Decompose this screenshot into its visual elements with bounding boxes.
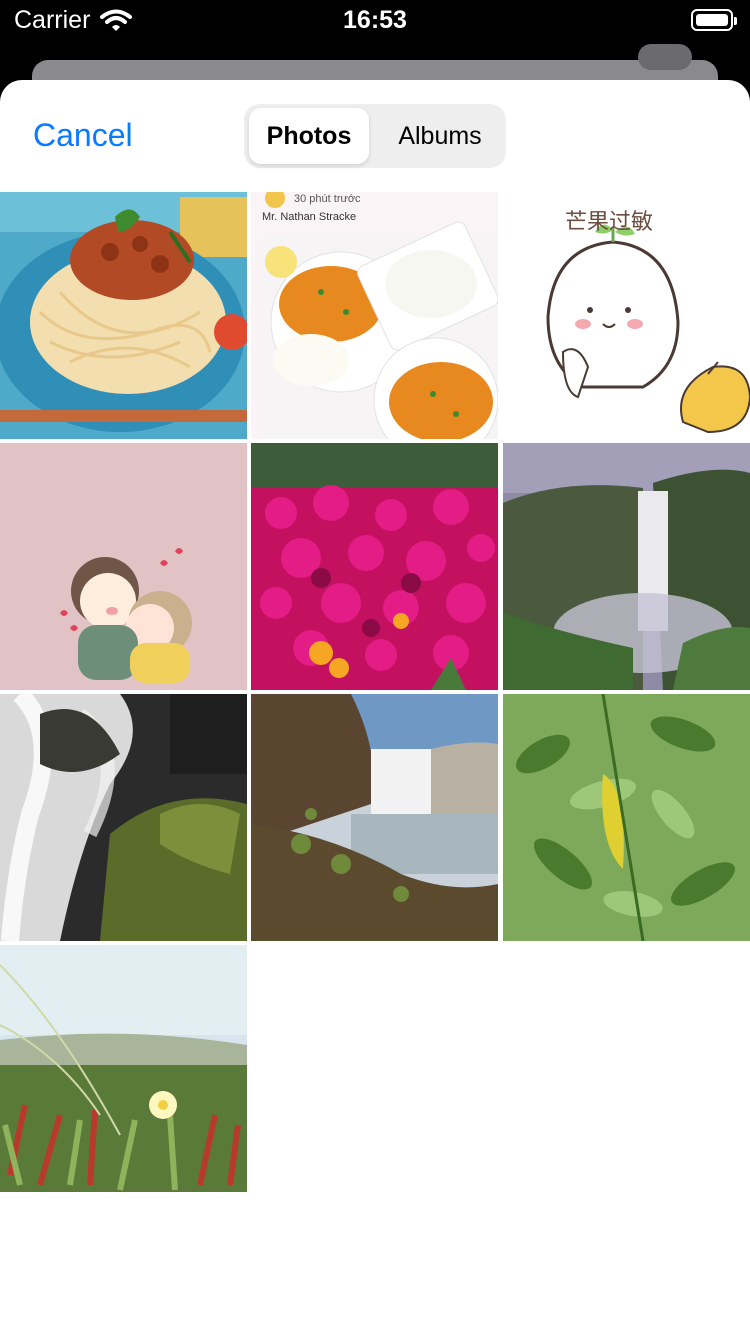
battery-icon xyxy=(691,9,737,31)
photo-magenta-flowers[interactable] xyxy=(251,443,498,690)
photo-time-text: 30 phút trước xyxy=(294,193,361,205)
photo-waterfall-canyon[interactable] xyxy=(503,443,750,690)
status-bar: Carrier 16:53 xyxy=(0,0,750,40)
clock: 16:53 xyxy=(343,6,407,34)
photo-picker-sheet: Cancel Photos Albums 30 phút trước Mr. N… xyxy=(0,80,750,1334)
source-segmented-control: Photos Albums xyxy=(244,104,506,168)
cancel-button[interactable]: Cancel xyxy=(33,117,133,154)
photo-waterfall-shore[interactable] xyxy=(251,694,498,941)
photo-author-text: Mr. Nathan Stracke xyxy=(262,211,357,223)
photo-beach-grass[interactable] xyxy=(0,945,247,1192)
photo-waterfall-longexposure[interactable] xyxy=(0,694,247,941)
photo-couple-cartoon[interactable] xyxy=(0,443,247,690)
photo-caption-text: 芒果过敏 xyxy=(565,209,654,234)
tab-albums[interactable]: Albums xyxy=(380,108,500,164)
photo-green-leaves[interactable] xyxy=(503,694,750,941)
tab-photos[interactable]: Photos xyxy=(249,108,369,164)
photo-spaghetti[interactable] xyxy=(0,192,247,439)
photo-mango-cartoon[interactable]: 芒果过敏 xyxy=(503,192,750,439)
photo-curry[interactable]: 30 phút trước Mr. Nathan Stracke xyxy=(251,192,498,439)
